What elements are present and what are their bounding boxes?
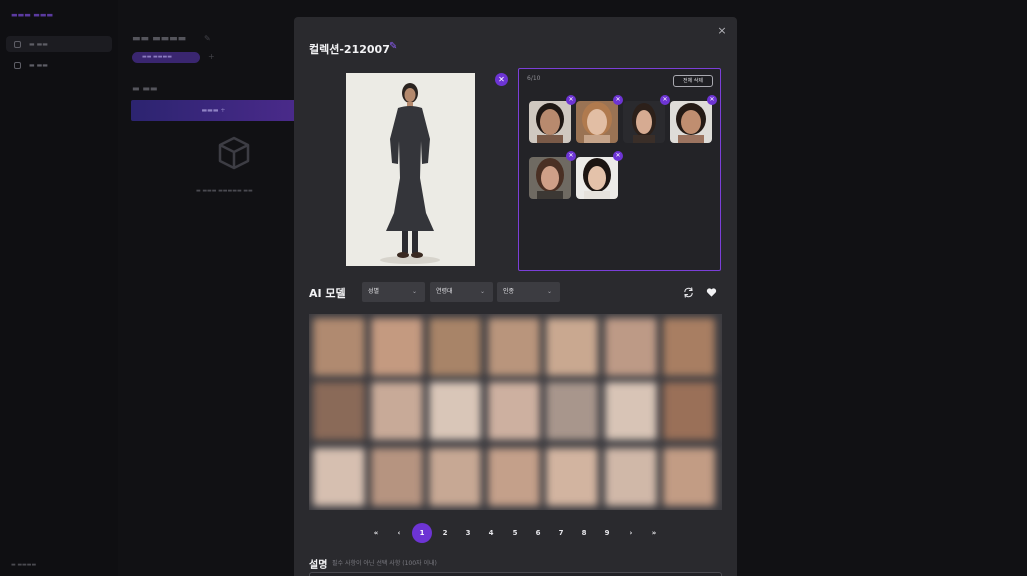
close-icon[interactable]: × xyxy=(716,25,728,37)
remove-model-icon[interactable]: ✕ xyxy=(613,151,623,161)
model-card[interactable] xyxy=(488,382,540,440)
ai-model-title: AI 모델 xyxy=(309,287,346,300)
chevron-down-icon: ⌄ xyxy=(411,288,417,295)
model-card[interactable] xyxy=(546,318,598,376)
description-hint: 필수 사항이 아닌 선택 사항 (100자 이내) xyxy=(332,560,437,567)
sidebar-item-icon xyxy=(14,40,21,48)
model-card[interactable] xyxy=(663,382,715,440)
bg-badge: ▬▬ ▬▬▬▬ xyxy=(132,52,200,63)
app-root: ▬▬▬ ▬▬▬ ▬ ▬▬ ▬ ▬▬ ▬ ▬▬▬▬ ▬▬ ▬▬▬▬ ✎ ▬▬ ▬▬… xyxy=(0,0,1027,576)
page-button-5[interactable]: 5 xyxy=(505,523,525,543)
ai-model-grid xyxy=(309,314,722,510)
sidebar-item-label: ▬ ▬▬ xyxy=(29,40,48,48)
model-card[interactable] xyxy=(371,318,423,376)
sidebar-item-label: ▬ ▬▬ xyxy=(29,61,48,69)
remove-model-icon[interactable]: ✕ xyxy=(566,95,576,105)
model-card[interactable] xyxy=(663,318,715,376)
model-card[interactable] xyxy=(313,382,365,440)
model-card[interactable] xyxy=(663,448,715,506)
selected-model-thumb[interactable] xyxy=(576,101,618,143)
description-input[interactable] xyxy=(309,572,722,576)
page-button-9[interactable]: 9 xyxy=(597,523,617,543)
bg-section-label: ▬ ▬▬ xyxy=(132,84,158,93)
model-card[interactable] xyxy=(488,318,540,376)
collection-modal: × 컬렉션-212007 ✎ ✕ 6/10 전체 삭제 ✕ ✕ ✕ ✕ ✕ ✕ … xyxy=(294,17,737,576)
model-card[interactable] xyxy=(546,382,598,440)
next-page-button[interactable]: › xyxy=(621,523,641,543)
page-button-1[interactable]: 1 xyxy=(412,523,432,543)
model-card[interactable] xyxy=(429,448,481,506)
first-page-button[interactable]: « xyxy=(366,523,386,543)
model-card[interactable] xyxy=(429,382,481,440)
chevron-down-icon: ⌄ xyxy=(479,288,485,295)
model-card[interactable] xyxy=(313,318,365,376)
brand-logo: ▬▬▬ ▬▬▬ xyxy=(11,11,54,19)
last-page-button[interactable]: » xyxy=(644,523,664,543)
selected-count: 6/10 xyxy=(527,75,541,82)
age-filter-dropdown[interactable]: 연령대 ⌄ xyxy=(430,282,493,302)
prev-page-button[interactable]: ‹ xyxy=(389,523,409,543)
product-image xyxy=(346,73,475,266)
model-card[interactable] xyxy=(488,448,540,506)
sidebar-footer[interactable]: ▬ ▬▬▬▬ xyxy=(11,562,36,568)
page-button-8[interactable]: 8 xyxy=(574,523,594,543)
model-card[interactable] xyxy=(313,448,365,506)
clear-all-button[interactable]: 전체 삭제 xyxy=(673,75,713,87)
gender-filter-dropdown[interactable]: 성별 ⌄ xyxy=(362,282,425,302)
selected-model-thumb[interactable] xyxy=(576,157,618,199)
remove-model-icon[interactable]: ✕ xyxy=(566,151,576,161)
favorite-heart-icon[interactable] xyxy=(706,287,717,298)
sidebar-item-1[interactable]: ▬ ▬▬ xyxy=(6,36,112,52)
pagination: « ‹ 1 2 3 4 5 6 7 8 9 › » xyxy=(294,523,737,543)
page-button-7[interactable]: 7 xyxy=(551,523,571,543)
refresh-icon[interactable] xyxy=(683,287,694,298)
description-title: 설명 xyxy=(309,560,328,571)
selected-model-thumb[interactable] xyxy=(670,101,712,143)
sidebar-item-icon xyxy=(14,61,21,69)
model-card[interactable] xyxy=(605,318,657,376)
page-button-2[interactable]: 2 xyxy=(435,523,455,543)
model-card[interactable] xyxy=(605,448,657,506)
sidebar: ▬▬▬ ▬▬▬ ▬ ▬▬ ▬ ▬▬ ▬ ▬▬▬▬ xyxy=(0,0,118,576)
page-button-3[interactable]: 3 xyxy=(458,523,478,543)
model-card[interactable] xyxy=(429,318,481,376)
model-card[interactable] xyxy=(371,448,423,506)
empty-box-icon xyxy=(218,136,250,170)
dropdown-label: 성별 xyxy=(368,288,380,295)
page-button-6[interactable]: 6 xyxy=(528,523,548,543)
model-card[interactable] xyxy=(605,382,657,440)
model-card[interactable] xyxy=(546,448,598,506)
dropdown-label: 인종 xyxy=(503,288,515,295)
bg-add-icon: + xyxy=(208,52,215,61)
sidebar-item-2[interactable]: ▬ ▬▬ xyxy=(6,57,112,73)
selected-model-thumb[interactable] xyxy=(529,157,571,199)
modal-title: 컬렉션-212007 xyxy=(309,43,390,56)
remove-model-icon[interactable]: ✕ xyxy=(707,95,717,105)
model-card[interactable] xyxy=(371,382,423,440)
page-button-4[interactable]: 4 xyxy=(481,523,501,543)
selected-models-panel: 6/10 전체 삭제 ✕ ✕ ✕ ✕ ✕ ✕ xyxy=(518,68,721,271)
selected-model-thumb[interactable] xyxy=(623,101,665,143)
ethnicity-filter-dropdown[interactable]: 인종 ⌄ xyxy=(497,282,560,302)
selected-model-thumb[interactable] xyxy=(529,101,571,143)
remove-model-icon[interactable]: ✕ xyxy=(660,95,670,105)
bg-edit-icon: ✎ xyxy=(204,34,211,43)
bg-primary-button: ▬▬▬ + xyxy=(131,100,296,121)
edit-title-icon[interactable]: ✎ xyxy=(389,41,397,52)
chevron-down-icon: ⌄ xyxy=(546,288,552,295)
bg-empty-text: ▬ ▬▬▬ ▬▬▬▬▬ ▬▬ xyxy=(196,188,253,194)
remove-model-icon[interactable]: ✕ xyxy=(613,95,623,105)
dropdown-label: 연령대 xyxy=(436,288,453,295)
bg-page-title: ▬▬ ▬▬▬▬ xyxy=(132,34,187,44)
remove-product-icon[interactable]: ✕ xyxy=(495,73,508,86)
